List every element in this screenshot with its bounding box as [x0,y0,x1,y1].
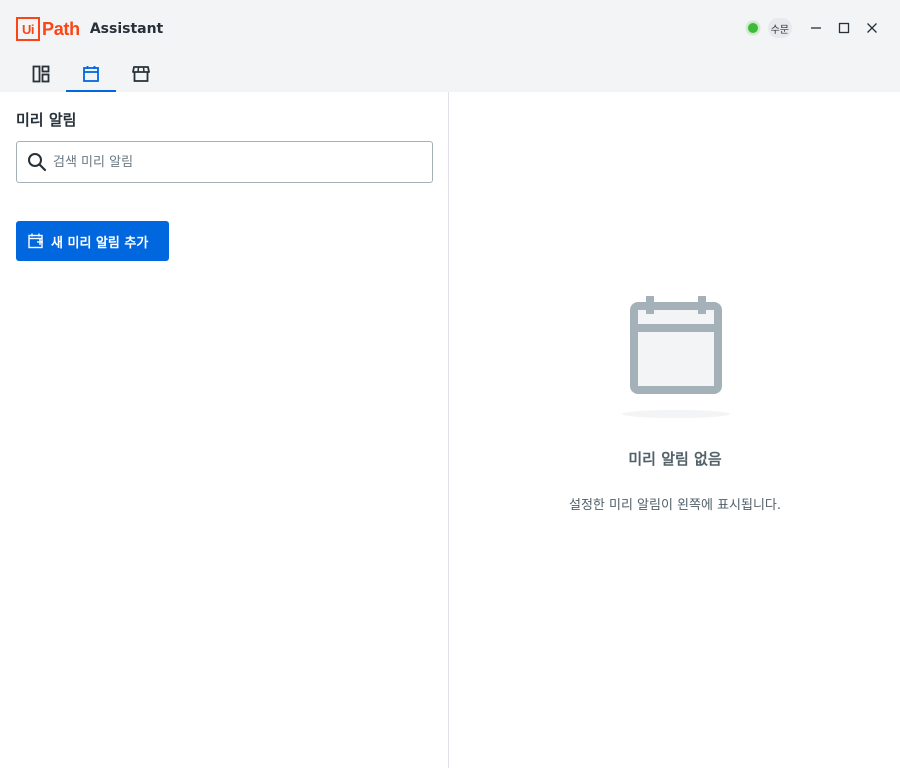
minimize-button[interactable] [802,17,830,39]
search-box[interactable] [16,141,433,183]
calendar-add-icon [28,233,43,249]
window-controls: 수문 [745,17,886,39]
minimize-icon [811,27,821,29]
search-icon [28,153,47,172]
tab-marketplace[interactable] [116,56,166,92]
user-avatar[interactable]: 수문 [767,18,792,38]
uipath-logo: Ui Path Assistant [16,17,163,41]
store-icon [132,66,150,82]
add-reminder-label: 새 미리 알림 추가 [51,235,149,251]
app-name: Assistant [89,21,164,37]
calendar-illustration-icon [620,292,732,422]
logo-path-text: Path [42,18,80,39]
page-title: 미리 알림 [16,111,77,129]
main-tabs [16,56,166,92]
empty-state-title: 미리 알림 없음 [628,450,722,468]
maximize-icon [838,22,850,34]
close-icon [867,23,877,33]
empty-state-description: 설정한 미리 알림이 왼쪽에 표시됩니다. [568,498,782,513]
connection-status-icon[interactable] [745,21,760,35]
dashboard-icon [32,65,50,83]
calendar-icon [83,66,99,82]
reminder-detail-pane: 미리 알림 없음 설정한 미리 알림이 왼쪽에 표시됩니다. [450,92,900,768]
tab-reminders[interactable] [66,56,116,92]
logo-ui-box: Ui [16,17,40,41]
tab-home[interactable] [16,56,66,92]
close-button[interactable] [858,17,886,39]
maximize-button[interactable] [830,17,858,39]
title-bar: Ui Path Assistant 수문 [0,0,900,92]
add-reminder-button[interactable]: 새 미리 알림 추가 [16,221,169,261]
reminders-list-pane: 미리 알림 새 미리 알림 추가 [0,92,449,768]
search-input[interactable] [53,154,413,170]
